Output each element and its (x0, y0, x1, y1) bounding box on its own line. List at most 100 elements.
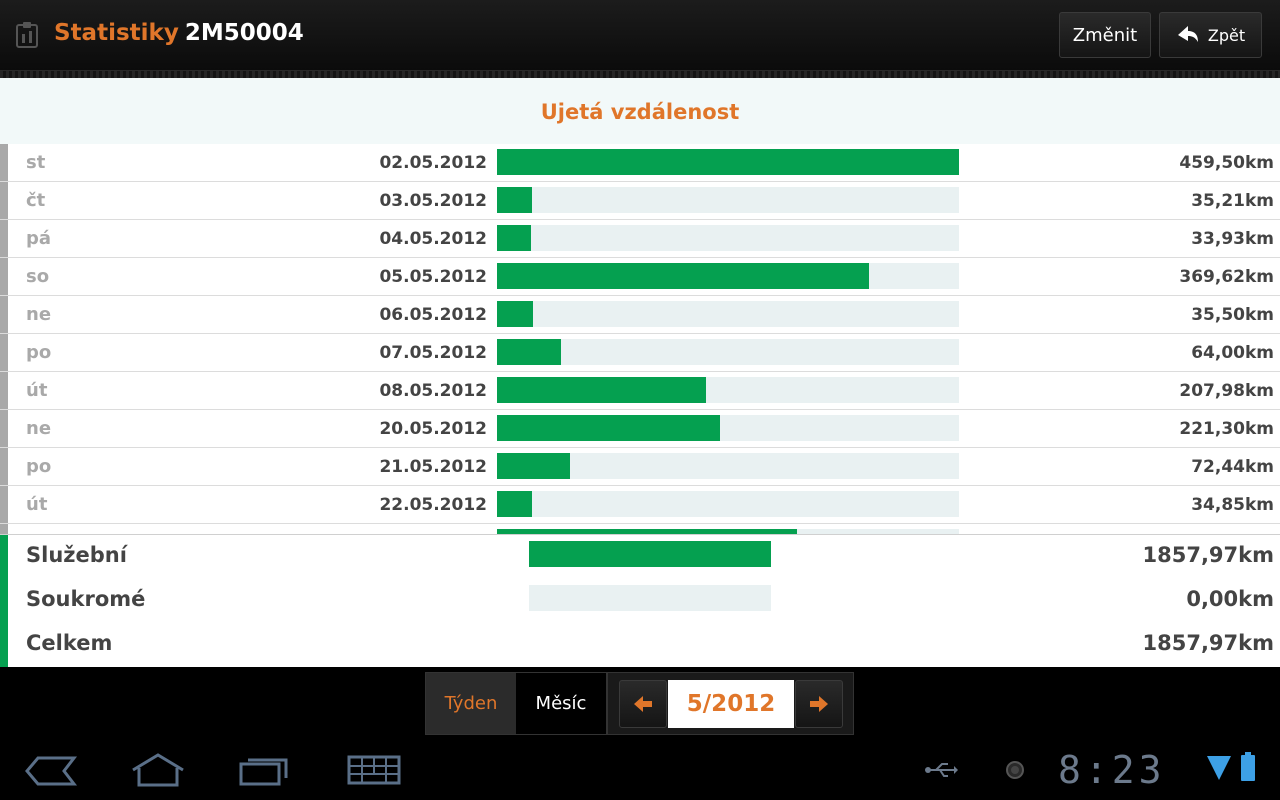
tab-month[interactable]: Měsíc (516, 673, 606, 734)
distance-bar-track (497, 263, 959, 289)
summary-business: Služební 1857,97km (0, 535, 1280, 579)
row-day: po (26, 342, 52, 363)
table-row[interactable]: čt 03.05.2012 35,21km (0, 182, 1280, 220)
battery-icon (1241, 752, 1255, 781)
row-distance: 64,00km (1191, 343, 1274, 363)
row-stripe (0, 334, 8, 371)
table-row[interactable] (0, 524, 1280, 534)
row-day: út (26, 380, 48, 401)
summary-total: Celkem 1857,97km (0, 623, 1280, 667)
distance-bar (497, 377, 707, 403)
table-row[interactable]: st 02.05.2012 459,50km (0, 144, 1280, 182)
change-button-label: Změnit (1072, 24, 1138, 46)
wifi-icon (1207, 756, 1231, 780)
table-row[interactable]: po 21.05.2012 72,44km (0, 448, 1280, 486)
distance-bar-track (497, 187, 959, 213)
distance-bar-track (497, 149, 959, 175)
page-title: Statistiky 2M50004 (54, 20, 304, 46)
summary-total-value: 1857,97km (1142, 631, 1275, 655)
notification-dot-icon[interactable] (1005, 760, 1025, 780)
row-date: 03.05.2012 (379, 191, 487, 211)
row-day: ne (26, 304, 52, 325)
summary-private-track (529, 585, 771, 611)
panel-title: Ujetá vzdálenost (540, 100, 740, 124)
row-day: pá (26, 228, 52, 249)
title-prefix: Statistiky (54, 20, 179, 46)
tab-week[interactable]: Týden (426, 673, 516, 734)
change-button[interactable]: Změnit (1059, 12, 1151, 58)
panel-header: Ujetá vzdálenost (0, 78, 1280, 144)
status-clock[interactable]: 8:23 (1058, 748, 1166, 792)
table-row[interactable]: ne 06.05.2012 35,50km (0, 296, 1280, 334)
row-date: 08.05.2012 (379, 381, 487, 401)
action-bar: Statistiky 2M50004 Změnit Zpět (0, 0, 1280, 71)
summary-private-label: Soukromé (26, 587, 146, 611)
row-distance: 35,50km (1191, 305, 1274, 325)
row-distance: 35,21km (1191, 191, 1274, 211)
row-stripe (0, 296, 8, 333)
current-period: 5/2012 (668, 680, 794, 728)
table-row[interactable]: pá 04.05.2012 33,93km (0, 220, 1280, 258)
row-date: 20.05.2012 (379, 419, 487, 439)
row-distance: 369,62km (1179, 267, 1274, 287)
distance-bar-track (497, 301, 959, 327)
arrow-left-icon (634, 696, 652, 712)
home-icon[interactable] (130, 752, 186, 788)
row-date: 05.05.2012 (379, 267, 487, 287)
header-divider (0, 71, 1280, 78)
back-button-label: Zpět (1207, 25, 1246, 45)
distance-bar-track (497, 491, 959, 517)
row-distance: 34,85km (1191, 495, 1274, 515)
row-distance: 33,93km (1191, 229, 1274, 249)
row-stripe (0, 524, 8, 534)
distance-bar (497, 263, 869, 289)
distance-bar-track (497, 415, 959, 441)
summary-private-value: 0,00km (1186, 587, 1274, 611)
recent-apps-icon[interactable] (238, 752, 292, 788)
row-distance: 207,98km (1179, 381, 1274, 401)
summary-private: Soukromé 0,00km (0, 579, 1280, 623)
row-date: 07.05.2012 (379, 343, 487, 363)
summary-total-label: Celkem (26, 631, 113, 655)
arrow-right-icon (810, 696, 828, 712)
row-stripe (0, 486, 8, 523)
distance-list[interactable]: st 02.05.2012 459,50km čt 03.05.2012 35,… (0, 144, 1280, 534)
row-stripe (0, 448, 8, 485)
distance-bar-track (497, 453, 959, 479)
distance-bar-track (497, 377, 959, 403)
period-navigator: 5/2012 (607, 672, 854, 735)
row-date: 06.05.2012 (379, 305, 487, 325)
row-date: 21.05.2012 (379, 457, 487, 477)
system-bar: 8:23 (0, 740, 1280, 800)
back-nav-icon[interactable] (24, 755, 78, 787)
summary-business-track (529, 541, 771, 567)
table-row[interactable]: út 08.05.2012 207,98km (0, 372, 1280, 410)
summary-business-value: 1857,97km (1142, 543, 1275, 567)
row-stripe (0, 372, 8, 409)
row-stripe (0, 258, 8, 295)
table-row[interactable]: po 07.05.2012 64,00km (0, 334, 1280, 372)
summary-business-label: Služební (26, 543, 127, 567)
row-day: út (26, 494, 48, 515)
statistics-panel: Ujetá vzdálenost st 02.05.2012 459,50km … (0, 78, 1280, 668)
row-day: čt (26, 190, 46, 211)
distance-bar (497, 339, 562, 365)
distance-bar (497, 225, 532, 251)
table-row[interactable]: ne 20.05.2012 221,30km (0, 410, 1280, 448)
row-date: 04.05.2012 (379, 229, 487, 249)
keyboard-icon[interactable] (346, 754, 402, 786)
back-button[interactable]: Zpět (1159, 12, 1262, 58)
row-distance: 221,30km (1179, 419, 1274, 439)
summary-business-bar (529, 541, 771, 567)
next-period-button[interactable] (795, 680, 843, 728)
row-date: 22.05.2012 (379, 495, 487, 515)
table-row[interactable]: út 22.05.2012 34,85km (0, 486, 1280, 524)
previous-period-button[interactable] (619, 680, 667, 728)
period-bar: Týden Měsíc 5/2012 (0, 667, 1280, 740)
table-row[interactable]: so 05.05.2012 369,62km (0, 258, 1280, 296)
clipboard-icon (16, 22, 38, 48)
tab-month-label: Měsíc (535, 693, 587, 714)
row-day: so (26, 266, 50, 287)
row-stripe (0, 182, 8, 219)
row-day: ne (26, 418, 52, 439)
